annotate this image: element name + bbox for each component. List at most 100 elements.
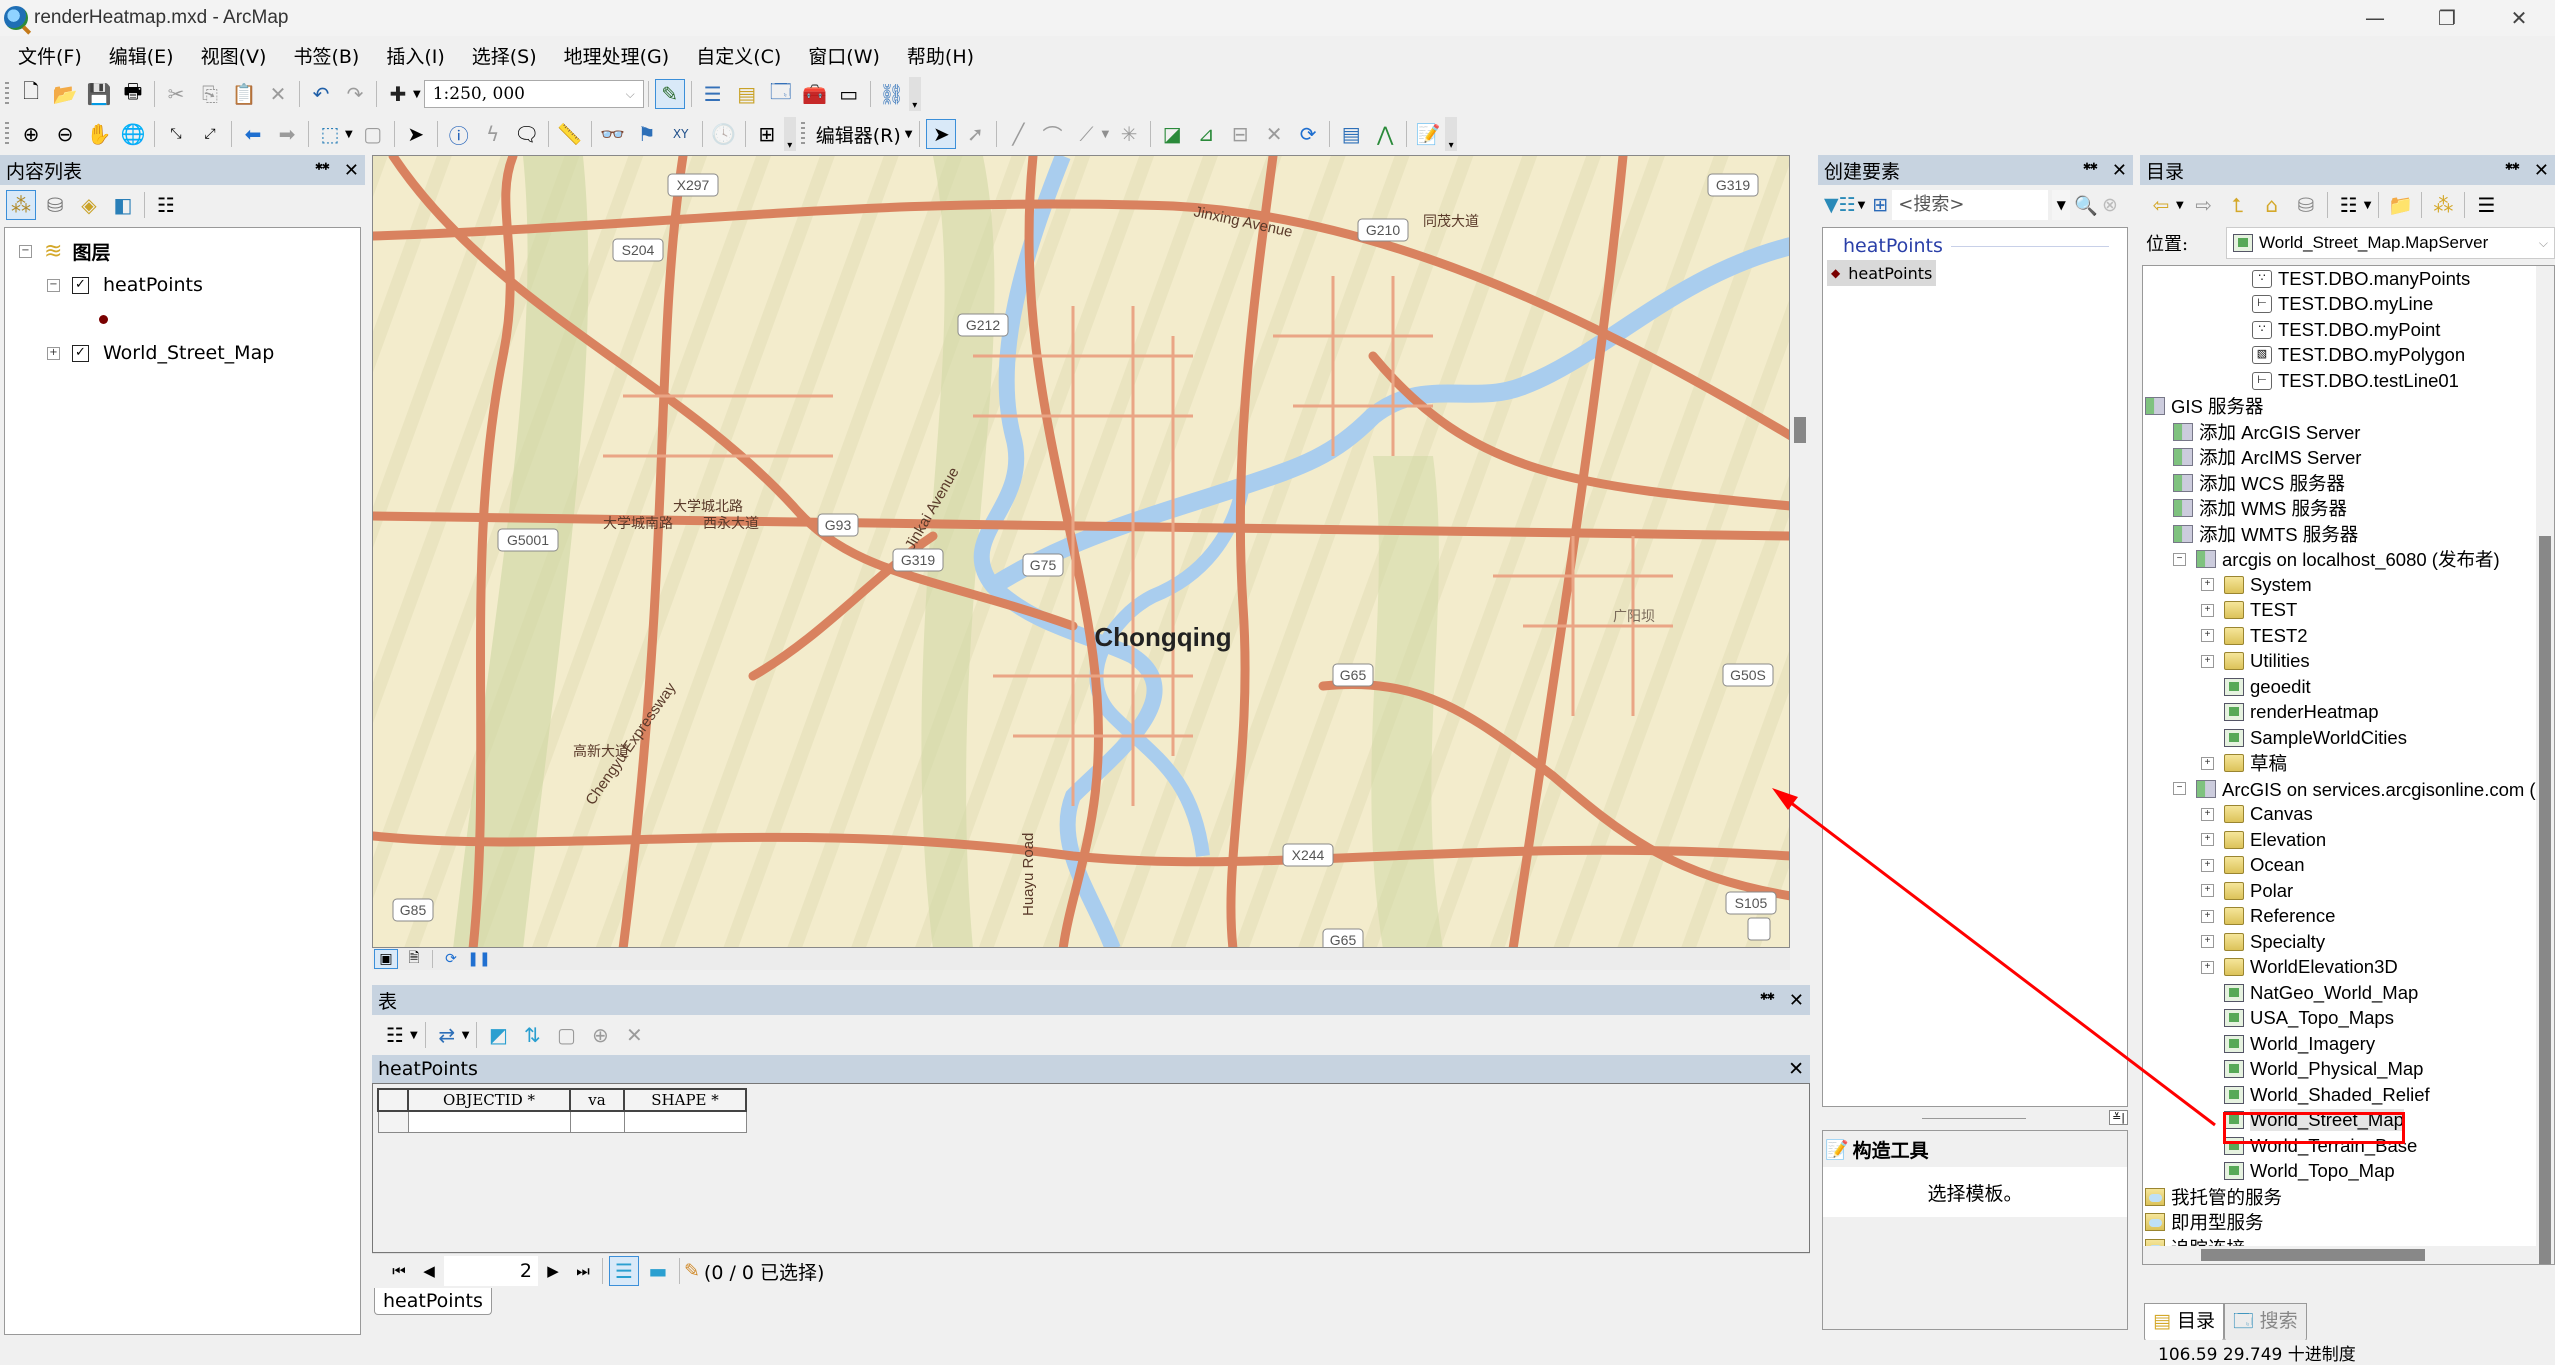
expand-icon[interactable]: + <box>2201 935 2214 949</box>
catalog-item[interactable]: + TEST <box>2143 598 2554 624</box>
connect-to-folder-icon[interactable]: 📁 <box>2385 190 2415 220</box>
map-legend-widget-icon[interactable] <box>1747 917 1771 941</box>
list-by-selection-icon[interactable]: ◧ <box>108 190 138 220</box>
template-search-input[interactable]: <搜索> <box>1892 190 2049 220</box>
switch-selection-icon[interactable]: ⇅ <box>517 1020 547 1050</box>
previous-record-icon[interactable]: ◀ <box>414 1262 444 1280</box>
menu-windows[interactable]: 窗口(W) <box>799 42 889 69</box>
catalog-item[interactable]: USA_Topo_Maps <box>2143 1006 2554 1032</box>
forward-arrow-icon[interactable]: ⇨ <box>2189 190 2219 220</box>
catalog-item[interactable]: renderHeatmap <box>2143 700 2554 726</box>
catalog-item[interactable]: ∵ TEST.DBO.myPoint <box>2143 317 2554 343</box>
table-row[interactable] <box>377 1110 747 1133</box>
fixed-zoom-out-icon[interactable]: ⤢ <box>195 119 225 149</box>
model-builder-icon[interactable]: ⛓ <box>877 79 907 109</box>
cut-icon[interactable]: ✂ <box>161 79 191 109</box>
delete-selected-icon[interactable]: ✕ <box>619 1020 649 1050</box>
rotate-tool-icon[interactable]: ⟳ <box>1293 119 1323 149</box>
go-to-xy-icon[interactable]: XY <box>666 119 696 149</box>
table-options-icon[interactable]: ☷ <box>380 1020 410 1050</box>
catalog-item[interactable]: geoedit <box>2143 674 2554 700</box>
trace-dropdown-icon[interactable]: ▼ <box>1101 129 1109 140</box>
expand-icon[interactable]: + <box>2201 960 2214 974</box>
collapse-icon[interactable]: − <box>2173 782 2186 796</box>
panel-splitter[interactable]: ≚| <box>1822 1110 2128 1128</box>
list-by-visibility-icon[interactable]: ◈ <box>74 190 104 220</box>
edit-tool-arrow-icon[interactable]: ➤ <box>926 119 957 149</box>
hyperlink-icon[interactable]: ϟ <box>478 119 508 149</box>
edit-annotation-icon[interactable]: ➚ <box>960 119 990 149</box>
trace-icon[interactable]: ⟋ <box>1071 119 1101 149</box>
up-one-level-icon[interactable]: ⮤ <box>2223 190 2253 220</box>
expand-icon[interactable]: + <box>2201 807 2214 821</box>
back-arrow-icon[interactable]: ⇦ <box>2146 190 2176 220</box>
end-point-arc-icon[interactable]: ⌒ <box>1037 119 1067 149</box>
add-data-icon[interactable]: ✚ <box>383 79 413 109</box>
catalog-item[interactable]: ▧ TEST.DBO.myPolygon <box>2143 343 2554 369</box>
catalog-item[interactable]: 添加 WMS 服务器 <box>2143 496 2554 522</box>
catalog-item[interactable]: 添加 ArcIMS Server <box>2143 445 2554 471</box>
menu-file[interactable]: 文件(F) <box>9 42 91 69</box>
menu-customize[interactable]: 自定义(C) <box>687 42 790 69</box>
heatpoints-symbol[interactable] <box>19 302 360 336</box>
close-icon[interactable]: ✕ <box>344 160 359 181</box>
fixed-zoom-in-icon[interactable]: ⤡ <box>161 119 191 149</box>
create-viewer-window-icon[interactable]: ⊞ <box>752 119 782 149</box>
options-icon[interactable]: ☷ <box>151 190 181 220</box>
catalog-item[interactable]: 添加 WMTS 服务器 <box>2143 521 2554 547</box>
list-by-drawing-order-icon[interactable]: ⁂ <box>6 190 36 220</box>
table-cell[interactable] <box>407 1110 571 1133</box>
catalog-item[interactable]: ∵ TEST.DBO.manyPoints <box>2143 266 2554 292</box>
pin-icon[interactable]: ᕯ <box>2083 160 2098 181</box>
expand-icon[interactable]: + <box>2201 578 2214 592</box>
related-tables-dropdown-icon[interactable]: ▼ <box>462 1030 470 1041</box>
undo-icon[interactable]: ↶ <box>306 79 336 109</box>
pause-drawing-icon[interactable]: ❚❚ <box>467 949 491 969</box>
catalog-item[interactable]: + Utilities <box>2143 649 2554 675</box>
catalog-item[interactable]: GIS 服务器 <box>2143 394 2554 420</box>
forward-extent-icon[interactable]: ➡ <box>272 119 302 149</box>
map-view[interactable]: Chongqing Jinxing Avenue Jinkai Avenue C… <box>372 155 1790 948</box>
restore-button[interactable]: ❐ <box>2411 0 2483 36</box>
catalog-vertical-scrollbar[interactable] <box>2536 266 2554 1264</box>
catalog-item[interactable]: − ArcGIS on services.arcgisonline.com (用户… <box>2143 776 2554 802</box>
layer-row-heatpoints[interactable]: − ✓ heatPoints <box>19 268 360 302</box>
catalog-item[interactable]: ⊢ TEST.DBO.myLine <box>2143 292 2554 318</box>
next-record-icon[interactable]: ▶ <box>538 1262 568 1280</box>
point-tool-icon[interactable]: ✳ <box>1114 119 1144 149</box>
clear-selection-icon[interactable]: ▢ <box>358 119 388 149</box>
toolbar-overflow-icon[interactable]: ▾ <box>908 77 921 111</box>
select-features-icon[interactable]: ⬚ <box>315 119 345 149</box>
catalog-item[interactable]: SampleWorldCities <box>2143 725 2554 751</box>
catalog-item[interactable]: World_Shaded_Relief <box>2143 1082 2554 1108</box>
menu-insert[interactable]: 插入(I) <box>377 42 453 69</box>
catalog-item[interactable]: World_Topo_Map <box>2143 1159 2554 1185</box>
catalog-item[interactable]: 即用型服务 <box>2143 1210 2554 1236</box>
select-dropdown-icon[interactable]: ▼ <box>345 129 353 140</box>
catalog-item[interactable]: 添加 ArcGIS Server <box>2143 419 2554 445</box>
default-geodatabase-icon[interactable]: ⛁ <box>2291 190 2321 220</box>
menu-view[interactable]: 视图(V) <box>192 42 276 69</box>
catalog-item[interactable]: − arcgis on localhost_6080 (发布者) <box>2143 547 2554 573</box>
catalog-item[interactable]: NatGeo_World_Map <box>2143 980 2554 1006</box>
straight-segment-icon[interactable]: ╱ <box>1003 119 1033 149</box>
expand-icon[interactable]: + <box>47 346 60 360</box>
print-icon[interactable]: 🖶 <box>118 79 148 109</box>
time-slider-icon[interactable]: 🕓 <box>709 119 739 149</box>
expand-icon[interactable]: + <box>2201 884 2214 898</box>
expand-icon[interactable]: + <box>2201 909 2214 923</box>
collapse-icon[interactable]: − <box>2173 552 2186 566</box>
delete-icon[interactable]: ✕ <box>263 79 293 109</box>
html-popup-icon[interactable]: 🗨 <box>512 119 542 149</box>
attributes-icon[interactable]: ▤ <box>1336 119 1366 149</box>
editor-dropdown-icon[interactable]: ▼ <box>905 129 913 140</box>
sketch-properties-icon[interactable]: ⋀ <box>1370 119 1400 149</box>
layer-visibility-checkbox[interactable]: ✓ <box>72 276 89 294</box>
catalog-item[interactable]: World_Physical_Map <box>2143 1057 2554 1083</box>
reshape-feature-icon[interactable]: ⊿ <box>1191 119 1221 149</box>
minimize-button[interactable]: — <box>2339 0 2411 36</box>
expand-icon[interactable]: + <box>2201 833 2214 847</box>
menu-help[interactable]: 帮助(H) <box>898 42 983 69</box>
catalog-item[interactable]: + System <box>2143 572 2554 598</box>
toolbar-grip[interactable] <box>800 122 805 146</box>
